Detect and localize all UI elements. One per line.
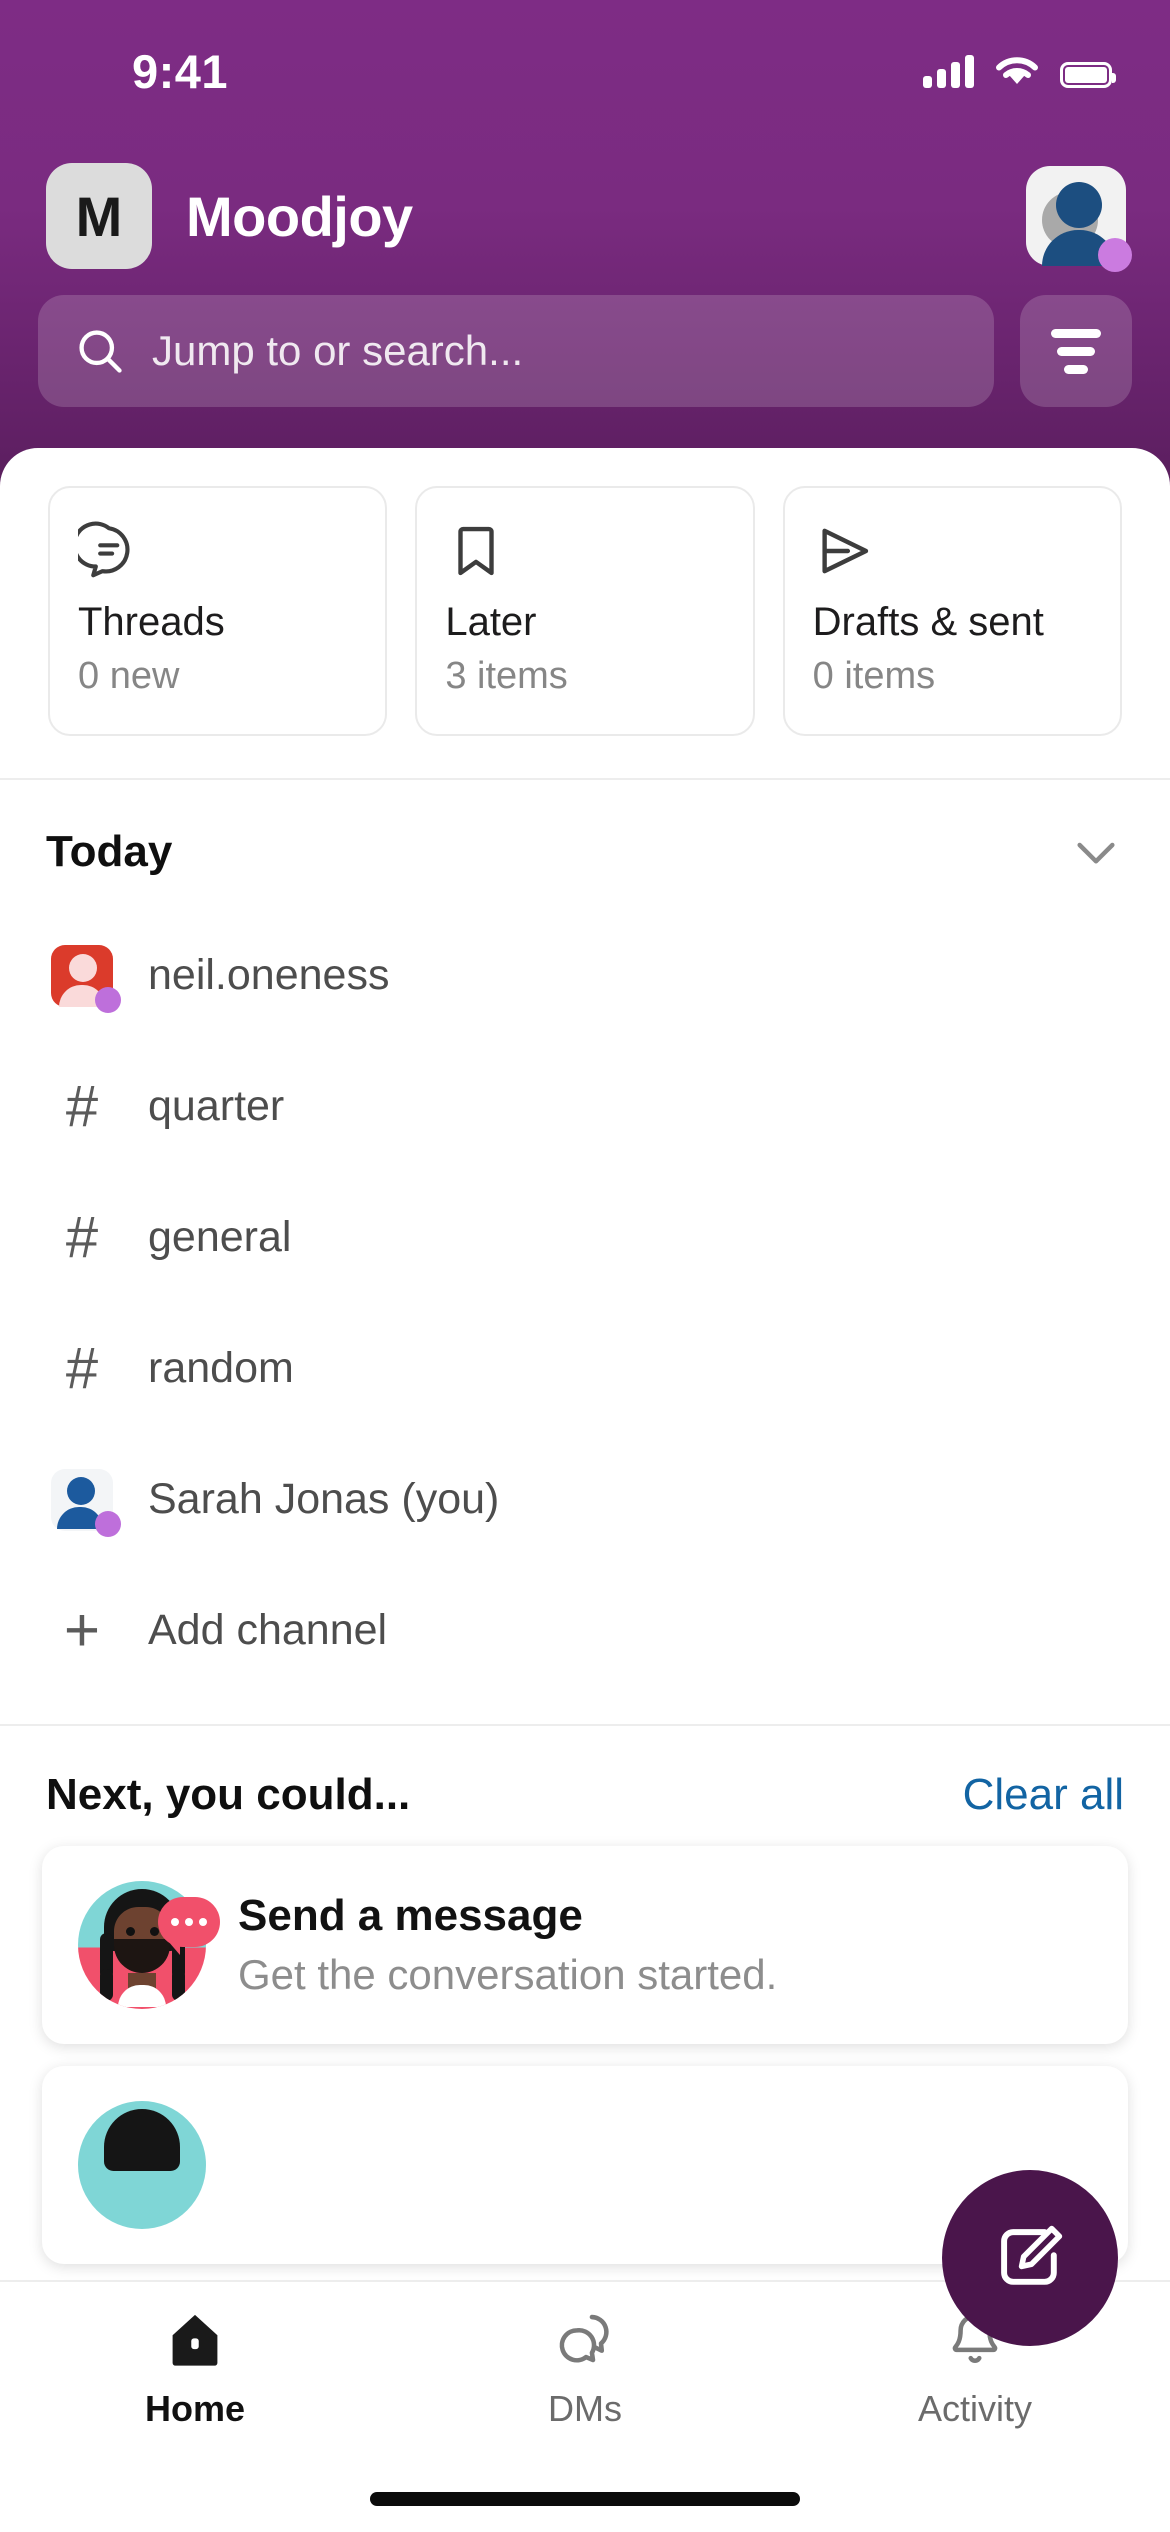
card-subtitle: 3 items [445, 655, 568, 697]
paper-plane-icon [813, 520, 1092, 594]
next-label: Next, you could... [46, 1770, 411, 1819]
status-time: 9:41 [132, 45, 229, 98]
suggestion-title: Send a message [238, 1891, 583, 1940]
next-section-header: Next, you could... Clear all [0, 1726, 1170, 1846]
tab-label: DMs [548, 2388, 622, 2429]
person-illustration-partial [78, 2101, 206, 2229]
card-subtitle: 0 new [78, 655, 180, 697]
battery-icon [1060, 62, 1116, 88]
card-title: Threads [78, 600, 225, 644]
tab-home[interactable]: Home [0, 2308, 390, 2430]
status-icons [923, 48, 1116, 88]
search-bar[interactable] [38, 295, 994, 407]
card-drafts-sent[interactable]: Drafts & sent 0 items [782, 486, 1122, 736]
wifi-icon [996, 57, 1038, 84]
workspace-icon[interactable]: M [46, 163, 152, 269]
home-indicator [370, 2492, 800, 2506]
filter-icon[interactable] [1020, 295, 1132, 407]
avatar-self [46, 1468, 121, 1537]
home-icon [172, 2314, 218, 2366]
today-label: Today [46, 827, 173, 876]
status-bar: 9:41 [0, 0, 1170, 110]
presence-dot [95, 986, 121, 1013]
workspace-row: M Moodjoy [46, 148, 1132, 284]
plus-icon: + [63, 1595, 101, 1665]
list-item-add-channel[interactable]: + Add channel [46, 1565, 1124, 1696]
person-illustration [78, 1881, 220, 2009]
today-list: neil.oneness # quarter # general # rando… [0, 910, 1170, 1724]
dms-icon [559, 2314, 609, 2363]
cellular-signal-icon [923, 54, 974, 88]
list-item-neil-oneness[interactable]: neil.oneness [46, 910, 1124, 1041]
list-item-label: Sarah Jonas (you) [148, 1475, 500, 1523]
hash-icon: # [65, 1073, 99, 1139]
list-item-label: quarter [148, 1082, 285, 1130]
list-item-general[interactable]: # general [46, 1172, 1124, 1303]
list-item-random[interactable]: # random [46, 1303, 1124, 1434]
card-subtitle: 0 items [812, 655, 936, 697]
bookmark-icon [445, 520, 724, 594]
list-item-label: Add channel [148, 1606, 388, 1654]
clear-all-button[interactable]: Clear all [963, 1770, 1124, 1820]
chevron-down-icon[interactable] [1068, 824, 1124, 880]
today-section-header[interactable]: Today [0, 780, 1170, 910]
search-input[interactable] [152, 327, 958, 375]
app-header: 9:41 M Moodjoy [0, 0, 1170, 460]
suggestion-send-a-message[interactable]: Send a message Get the conversation star… [42, 1846, 1128, 2044]
hash-icon: # [65, 1204, 99, 1270]
list-item-sarah-jonas[interactable]: Sarah Jonas (you) [46, 1434, 1124, 1565]
suggestion-subtitle: Get the conversation started. [238, 1951, 778, 1998]
compose-button[interactable] [942, 2170, 1118, 2346]
avatar[interactable] [1026, 166, 1132, 272]
avatar-red [46, 944, 121, 1013]
list-item-quarter[interactable]: # quarter [46, 1041, 1124, 1172]
card-title: Later [445, 600, 537, 644]
list-item-label: neil.oneness [148, 951, 390, 999]
card-title: Drafts & sent [812, 600, 1044, 644]
search-icon [79, 330, 122, 373]
card-threads[interactable]: Threads 0 new [48, 486, 388, 736]
presence-dot [95, 1510, 121, 1537]
card-later[interactable]: Later 3 items [415, 486, 755, 736]
presence-dot [1098, 238, 1132, 272]
list-item-label: random [148, 1344, 294, 1392]
search-row [38, 295, 1132, 407]
avatar-head-icon [1056, 182, 1102, 228]
speech-bubble-icon [158, 1897, 220, 1955]
tab-label: Home [144, 2388, 246, 2429]
compose-icon [1001, 2225, 1063, 2285]
quick-cards-row: Threads 0 new Later 3 items Drafts & sen… [0, 448, 1170, 778]
list-item-label: general [148, 1213, 292, 1261]
hash-icon: # [65, 1335, 99, 1401]
workspace-name[interactable]: Moodjoy [186, 184, 413, 249]
tab-dms[interactable]: DMs [390, 2308, 780, 2430]
threads-icon [78, 520, 357, 594]
tab-label: Activity [917, 2388, 1032, 2429]
